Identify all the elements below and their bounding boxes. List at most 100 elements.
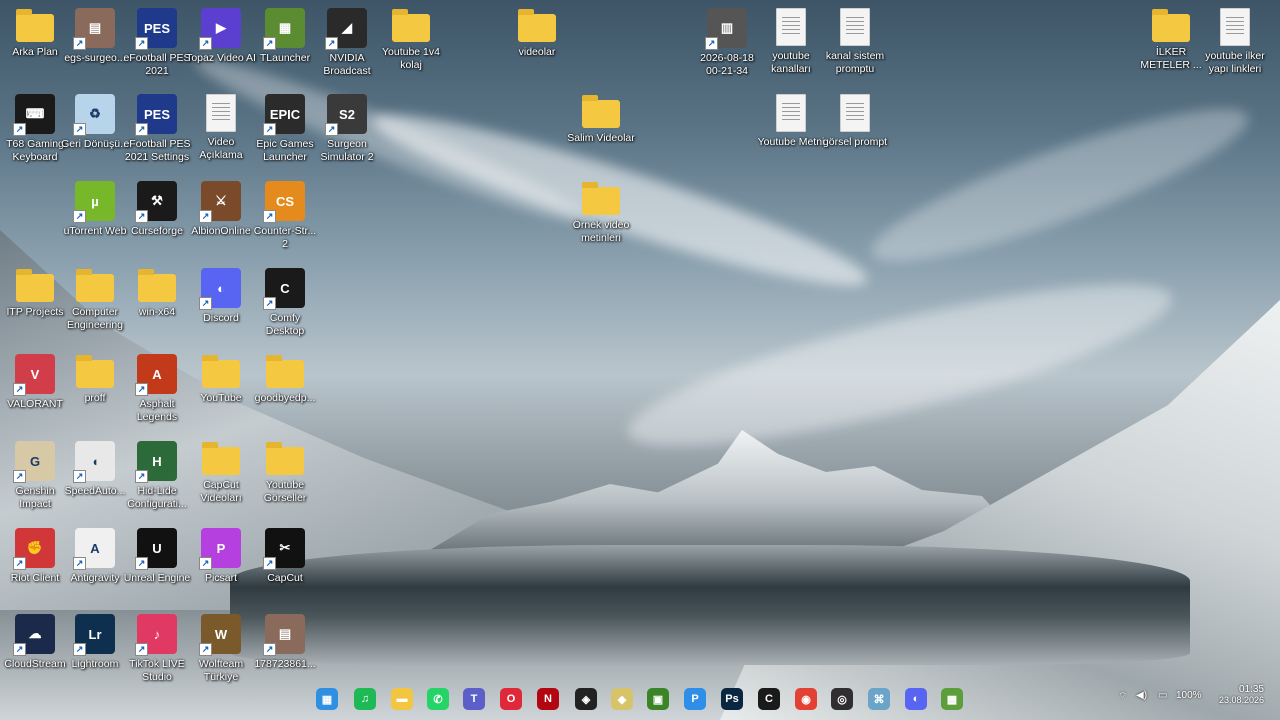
desktop-icon-label: eFootball PES 2021 Settings	[123, 138, 191, 163]
desktop-icon[interactable]: ⚒ ↗ Curseforge	[122, 177, 192, 261]
desktop-icon-label: Picsart	[204, 572, 238, 584]
desktop-icon[interactable]: İLKER METELER ...	[1136, 4, 1206, 88]
netflix-taskbar-icon[interactable]: N	[537, 688, 559, 710]
desktop-icon[interactable]: ▤ ↗ egs-surgeo...	[60, 4, 130, 88]
desktop-icon-label: YouTube	[200, 392, 242, 404]
desktop-icon[interactable]: Youtube 1v4 kolaj	[376, 4, 446, 88]
desktop-icon[interactable]: PES ↗ eFootball PES 2021	[122, 4, 192, 88]
albion-online-icon: ⚔ ↗	[199, 181, 241, 223]
network-tool-taskbar-icon[interactable]: ⌘	[868, 688, 890, 710]
shortcut-arrow-icon: ↗	[73, 210, 86, 223]
desktop-icon[interactable]: PES ↗ eFootball PES 2021 Settings	[122, 90, 192, 174]
folder-icon	[16, 269, 54, 302]
desktop-icon-label: proff	[84, 392, 106, 404]
whatsapp-taskbar-icon[interactable]: ✆	[427, 688, 449, 710]
folder-icon	[518, 9, 556, 42]
desktop-icon[interactable]: youtube ilker yapı linkleri	[1200, 4, 1270, 88]
volume-icon[interactable]: ◀)	[1136, 690, 1147, 701]
desktop-icon[interactable]: C ↗ Comfy Desktop	[250, 264, 320, 348]
desktop-icon[interactable]: µ ↗ uTorrent Web	[60, 177, 130, 261]
chrome-taskbar-icon[interactable]: ◉	[795, 688, 817, 710]
minecraft-launcher-taskbar-icon[interactable]: ▩	[941, 688, 963, 710]
desktop-icon[interactable]: goodbyedp...	[250, 350, 320, 434]
desktop-icon[interactable]: kanal sistem promptu	[820, 4, 890, 88]
desktop-icon[interactable]: ◢ ↗ NVIDIA Broadcast	[312, 4, 382, 88]
desktop-icon[interactable]: ♻ ↗ Geri Dönüşü...	[60, 90, 130, 174]
shortcut-arrow-icon: ↗	[13, 383, 26, 396]
shortcut-arrow-icon: ↗	[199, 37, 212, 50]
desktop-icon[interactable]: S2 ↗ Surgeon Simulator 2	[312, 90, 382, 174]
text-document-icon	[840, 94, 870, 132]
folder-icon	[392, 9, 430, 42]
folder-icon	[202, 355, 240, 388]
desktop-icon-label: CapCut	[267, 572, 303, 584]
taskbar: ▦ ♫ ▬ ✆ T O N ◈ ◆ ▣ P Ps C ◉ ◎ ⌘ ◐ ▩ ⌔ ◀) ▭ 100% 01:35 23…	[0, 676, 1280, 720]
desktop-icon[interactable]: YouTube	[186, 350, 256, 434]
desktop-icon[interactable]: Salim Videolar	[566, 90, 636, 174]
comfy-taskbar-icon[interactable]: C	[758, 688, 780, 710]
minecraft-taskbar-icon[interactable]: ▣	[647, 688, 669, 710]
start-button[interactable]: ▦	[316, 688, 338, 710]
desktop-icon[interactable]: videolar	[502, 4, 572, 88]
shield-app-taskbar-icon[interactable]: ◆	[611, 688, 633, 710]
desktop-icon[interactable]: H ↗ Hid-Lide Configurati...	[122, 437, 192, 521]
desktop-icon[interactable]: ◖ ↗ SpeedAuto...	[60, 437, 130, 521]
text-document-icon	[206, 94, 236, 132]
desktop-icon[interactable]: ▥ ↗ 2026-08-18 00-21-34	[692, 4, 762, 88]
wolfteam-icon: W ↗	[199, 614, 241, 656]
desktop-icon[interactable]: A ↗ Asphalt Legends	[122, 350, 192, 434]
discord-taskbar-icon[interactable]: ◐	[905, 688, 927, 710]
desktop-icon[interactable]: ▶ ↗ Topaz Video AI	[186, 4, 256, 88]
desktop-icon[interactable]: Youtube Görseller	[250, 437, 320, 521]
capcut-taskbar-icon[interactable]: ◈	[575, 688, 597, 710]
shortcut-arrow-icon: ↗	[705, 37, 718, 50]
spotify-taskbar-icon[interactable]: ♫	[354, 688, 376, 710]
asphalt-icon: A ↗	[135, 354, 177, 396]
folder-icon	[76, 355, 114, 388]
desktop-icon[interactable]: ✂ ↗ CapCut	[250, 524, 320, 608]
shortcut-arrow-icon: ↗	[73, 643, 86, 656]
file-explorer-taskbar-icon[interactable]: ▬	[391, 688, 413, 710]
shortcut-arrow-icon: ↗	[73, 37, 86, 50]
network-icon[interactable]: ⌔	[1118, 690, 1127, 703]
desktop-icon[interactable]: win-x64	[122, 264, 192, 348]
topaz-icon: ▶ ↗	[199, 8, 241, 50]
desktop-icon[interactable]: Computer Engineering	[60, 264, 130, 348]
desktop-icon[interactable]: EPIC ↗ Epic Games Launcher	[250, 90, 320, 174]
photoshop-taskbar-icon[interactable]: Ps	[721, 688, 743, 710]
desktop-icon[interactable]: ◐ ↗ Discord	[186, 264, 256, 348]
pycharm-taskbar-icon[interactable]: P	[684, 688, 706, 710]
opera-taskbar-icon[interactable]: O	[500, 688, 522, 710]
shortcut-arrow-icon: ↗	[73, 123, 86, 136]
desktop-icon[interactable]: Youtube Metni	[756, 90, 826, 174]
desktop-icon-label: youtube kanalları	[771, 50, 811, 75]
shortcut-arrow-icon: ↗	[199, 297, 212, 310]
desktop-icon[interactable]: Örnek video metinleri	[566, 177, 636, 261]
desktop-icon[interactable]: P ↗ Picsart	[186, 524, 256, 608]
desktop-icon[interactable]: U ↗ Unreal Engine	[122, 524, 192, 608]
battery-icon[interactable]: ▭	[1158, 690, 1167, 701]
desktop-icon[interactable]: Video Açıklama	[186, 90, 256, 174]
desktop-icon[interactable]: görsel prompt	[820, 90, 890, 174]
shortcut-arrow-icon: ↗	[325, 123, 338, 136]
desktop-icon[interactable]: ▦ ↗ TLauncher	[250, 4, 320, 88]
desktop-icon-label: Antigravity	[70, 572, 120, 584]
shortcut-arrow-icon: ↗	[199, 643, 212, 656]
desktop-icon[interactable]: CapCut Videoları	[186, 437, 256, 521]
clock[interactable]: 01:35 23.08.2026	[1212, 684, 1264, 705]
folder-icon	[1152, 9, 1190, 42]
text-document-icon	[840, 8, 870, 46]
mouse-icon: ◖ ↗	[73, 441, 115, 483]
desktop-icon[interactable]: A ↗ Antigravity	[60, 524, 130, 608]
folder-icon	[138, 269, 176, 302]
folder-icon	[76, 269, 114, 302]
teams-taskbar-icon[interactable]: T	[463, 688, 485, 710]
desktop-icon[interactable]: CS ↗ Counter-Str... 2	[250, 177, 320, 261]
curseforge-icon: ⚒ ↗	[135, 181, 177, 223]
tiktok-live-icon: ♪ ↗	[135, 614, 177, 656]
desktop-icon[interactable]: proff	[60, 350, 130, 434]
folder-icon	[582, 182, 620, 215]
obs-taskbar-icon[interactable]: ◎	[831, 688, 853, 710]
desktop-icon[interactable]: youtube kanalları	[756, 4, 826, 88]
desktop-icon[interactable]: ⚔ ↗ AlbionOnline	[186, 177, 256, 261]
